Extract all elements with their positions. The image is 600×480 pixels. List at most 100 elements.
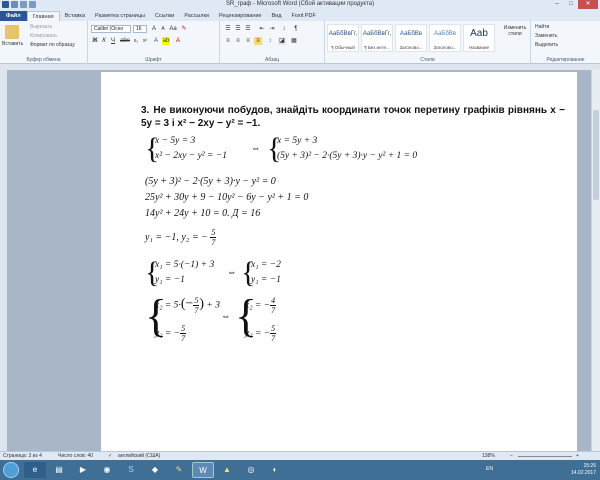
zoom-in-icon[interactable]: +: [576, 453, 579, 459]
replace-button[interactable]: Заменить: [535, 33, 557, 39]
line-spacing-icon[interactable]: ↕: [266, 37, 274, 45]
tab-foxit-pdf[interactable]: Foxit PDF: [286, 11, 320, 21]
borders-icon[interactable]: ▦: [290, 37, 298, 45]
editing-group-label: Редактирование: [546, 57, 585, 63]
start-button[interactable]: [3, 462, 19, 478]
justify-icon[interactable]: ≡: [254, 37, 262, 45]
align-right-icon[interactable]: ≡: [244, 37, 252, 45]
format-painter-button[interactable]: Формат по образцу: [30, 42, 75, 48]
maximize-button[interactable]: □: [564, 0, 578, 9]
bullets-icon[interactable]: ☰: [224, 25, 232, 33]
system-1-eq-2: x² − 2xy − y² = −1: [155, 151, 227, 161]
zoom-out-icon[interactable]: −: [510, 453, 513, 459]
vertical-scrollbar[interactable]: [591, 70, 600, 451]
shrink-font-icon[interactable]: A: [159, 25, 167, 33]
font-color-icon[interactable]: A: [174, 37, 182, 45]
strikethrough-icon[interactable]: abe: [120, 37, 130, 45]
word-taskbar-icon[interactable]: W: [192, 462, 214, 478]
style-name: Название: [468, 45, 490, 50]
document-page[interactable]: 3. Не виконуючи побудов, знайдіть координ…: [101, 72, 577, 451]
zoom-slider[interactable]: [518, 456, 572, 457]
style-title[interactable]: Aab Название: [463, 24, 495, 52]
style-name: ¶ Обычный: [331, 45, 355, 50]
decrease-indent-icon[interactable]: ⇤: [258, 25, 266, 33]
clipboard-group-label: Буфер обмена: [26, 57, 61, 63]
clear-format-icon[interactable]: ✎: [180, 25, 188, 33]
italic-icon[interactable]: К: [100, 37, 108, 45]
align-left-icon[interactable]: ≡: [224, 37, 232, 45]
subscript-icon[interactable]: x₂: [132, 37, 140, 45]
denominator: 7: [211, 238, 216, 247]
tab-home[interactable]: Главная: [26, 11, 60, 21]
chrome-icon[interactable]: ◉: [96, 462, 118, 478]
minimize-button[interactable]: –: [550, 0, 564, 9]
grow-font-icon[interactable]: A: [150, 25, 158, 33]
paint-icon[interactable]: ✎: [168, 462, 190, 478]
bold-icon[interactable]: Ж: [91, 37, 99, 45]
change-case-icon[interactable]: Aa: [169, 25, 177, 33]
show-marks-icon[interactable]: ¶: [292, 25, 300, 33]
language-indicator[interactable]: английский (США): [118, 453, 160, 459]
tab-page-layout[interactable]: Разметка страницы: [90, 11, 150, 21]
paste-button[interactable]: Вставить: [2, 41, 23, 47]
tab-review[interactable]: Рецензирование: [214, 11, 266, 21]
ie-icon[interactable]: e: [24, 462, 46, 478]
page-count[interactable]: Страница: 3 из 4: [3, 453, 42, 459]
fraction: 57: [210, 228, 217, 247]
app-icon[interactable]: ◎: [240, 462, 262, 478]
sort-icon[interactable]: ↕: [280, 25, 288, 33]
style-name: Заголово...: [433, 45, 457, 50]
select-button[interactable]: Выделить: [535, 42, 558, 48]
change-styles-button[interactable]: Изменить стили: [501, 25, 529, 37]
increase-indent-icon[interactable]: ⇥: [268, 25, 276, 33]
skype-icon[interactable]: S: [120, 462, 142, 478]
style-heading-1[interactable]: АаБбВв Заголово...: [395, 24, 427, 52]
numbering-icon[interactable]: ☰: [234, 25, 242, 33]
font-size-select[interactable]: 16: [133, 25, 147, 33]
underline-icon[interactable]: Ч: [109, 37, 117, 45]
text-effects-icon[interactable]: A: [152, 37, 160, 45]
highlight-icon[interactable]: ab: [162, 37, 170, 45]
app-icon[interactable]: ◆: [144, 462, 166, 478]
system-5-eq-1: x₂ = 5·(− 5 7) + 3: [155, 296, 220, 315]
multilevel-list-icon[interactable]: ☰: [244, 25, 252, 33]
horizontal-ruler[interactable]: [0, 64, 600, 70]
paren-close: ): [199, 296, 205, 312]
cut-button[interactable]: Вырезать: [30, 24, 52, 30]
proofing-icon[interactable]: ✓: [108, 453, 112, 459]
equation-line-1: (5y + 3)² − 2·(5y + 3)·y − y² = 0: [145, 176, 276, 187]
tab-mailings[interactable]: Рассылки: [179, 11, 214, 21]
denominator: 7: [271, 334, 276, 343]
zoom-level[interactable]: 138%: [482, 453, 495, 459]
keyboard-language[interactable]: EN: [486, 466, 493, 472]
window-title: SR_граф - Microsoft Word (Сбой активации…: [225, 1, 375, 7]
font-group-label: Шрифт: [145, 57, 162, 63]
find-button[interactable]: Найти: [535, 24, 549, 30]
tab-view[interactable]: Вид: [266, 11, 286, 21]
superscript-icon[interactable]: x²: [141, 37, 149, 45]
style-heading-2[interactable]: АаБбВв Заголово...: [429, 24, 461, 52]
style-normal[interactable]: АаБбВвГг, ¶ Обычный: [327, 24, 359, 52]
system-3-eq-2: y₁ = −1: [155, 275, 185, 285]
document-area: 3. Не виконуючи побудов, знайдіть координ…: [0, 64, 600, 451]
explorer-icon[interactable]: ▤: [48, 462, 70, 478]
close-button[interactable]: ✕: [578, 0, 598, 9]
media-player-icon[interactable]: ▶: [72, 462, 94, 478]
roots-line: y₁ = −1, y₂ = − 57: [145, 228, 217, 247]
word-count[interactable]: Число слов: 40: [58, 453, 93, 459]
copy-button[interactable]: Копировать: [30, 33, 57, 39]
vertical-ruler[interactable]: [0, 70, 7, 451]
tab-references[interactable]: Ссылки: [150, 11, 179, 21]
font-name-select[interactable]: Calibri (Осно: [91, 25, 131, 33]
paragraph-group-label: Абзац: [264, 57, 280, 63]
shading-icon[interactable]: ◪: [278, 37, 286, 45]
style-no-spacing[interactable]: АаБбВвГг, ¶ Без инте...: [361, 24, 393, 52]
paste-icon[interactable]: [5, 25, 19, 39]
tab-file[interactable]: Файл: [0, 11, 27, 21]
scrollbar-thumb[interactable]: [593, 110, 599, 200]
app-icon[interactable]: ▲: [216, 462, 238, 478]
align-center-icon[interactable]: ≡: [234, 37, 242, 45]
clock[interactable]: 15:26 14.02.2017: [571, 463, 596, 477]
tab-insert[interactable]: Вставка: [60, 11, 90, 21]
app-icon[interactable]: ◐: [264, 462, 286, 478]
